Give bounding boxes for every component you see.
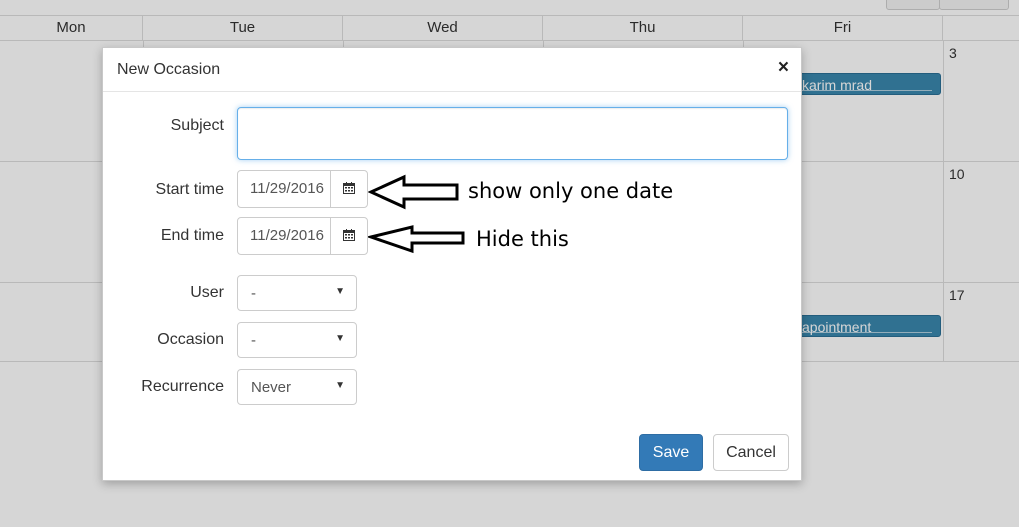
recurrence-select[interactable]: Never ▼ [237, 369, 357, 405]
annotation-arrow-icon [368, 174, 459, 210]
end-time-calendar-button[interactable] [330, 218, 367, 254]
annotation-text: Hide this [476, 227, 569, 251]
recurrence-select-value: Never [251, 379, 292, 396]
user-select[interactable]: - ▼ [237, 275, 357, 311]
annotation-text: show only one date [468, 179, 674, 203]
caret-down-icon: ▼ [335, 333, 345, 344]
save-button[interactable]: Save [639, 434, 703, 471]
occasion-label: Occasion [157, 331, 224, 348]
modal-header: New Occasion × [103, 48, 801, 92]
occasion-select[interactable]: - ▼ [237, 322, 357, 358]
subject-input[interactable] [237, 107, 788, 160]
calendar-icon [343, 182, 355, 194]
annotation-arrow-icon [368, 225, 465, 254]
close-icon[interactable]: × [778, 58, 789, 78]
cancel-button[interactable]: Cancel [713, 434, 789, 471]
subject-label: Subject [170, 117, 224, 134]
start-time-value[interactable]: 11/29/2016 [250, 180, 324, 197]
start-time-picker[interactable]: 11/29/2016 [237, 170, 368, 208]
user-label: User [190, 284, 224, 301]
start-time-calendar-button[interactable] [330, 171, 367, 207]
recurrence-label: Recurrence [141, 378, 224, 395]
end-time-label: End time [160, 227, 224, 244]
new-occasion-dialog: New Occasion × Subject Start time 11/29/… [102, 47, 802, 481]
user-select-value: - [251, 285, 256, 302]
modal-title: New Occasion [117, 61, 221, 78]
caret-down-icon: ▼ [335, 286, 345, 297]
end-time-picker[interactable]: 11/29/2016 [237, 217, 368, 255]
end-time-value[interactable]: 11/29/2016 [250, 227, 324, 244]
page: Mon Tue Wed Thu Fri 3 karim mrad 10 17 a… [0, 0, 1019, 527]
start-time-label: Start time [155, 181, 224, 198]
caret-down-icon: ▼ [335, 380, 345, 391]
occasion-select-value: - [251, 332, 256, 349]
calendar-icon [343, 229, 355, 241]
